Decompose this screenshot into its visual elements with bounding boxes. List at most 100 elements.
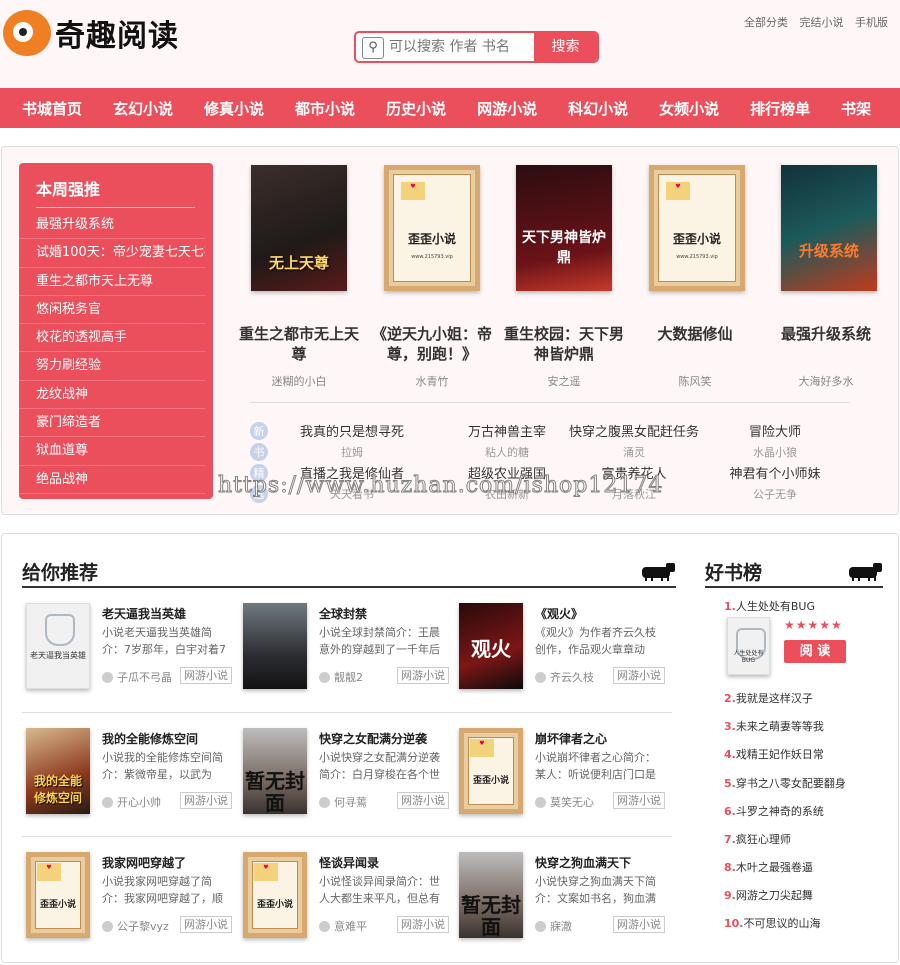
category-tag[interactable]: 网游小说 (180, 916, 232, 933)
hot-item-title: 木叶之最强卷逼 (735, 861, 813, 874)
recommend-header: 给你推荐 (22, 561, 676, 588)
cover-mascot-icon: ♥ (37, 863, 61, 881)
nav-nvpin[interactable]: 女频小说 (659, 98, 719, 119)
cover-title: 升级系统 (798, 242, 859, 260)
category-tag[interactable]: 网游小说 (397, 916, 449, 933)
weekly-list-item[interactable]: 狱血道尊 (19, 437, 205, 466)
weekly-list-item[interactable]: 努力刷经验 (19, 352, 205, 381)
nav-lishi[interactable]: 历史小说 (386, 98, 446, 119)
recommend-card[interactable]: ♥ 歪歪小说 怪谈异闻录 小说怪谈异闻录简介：世人大都生来平凡，但总有些人 意难平… (243, 852, 449, 940)
recommend-card[interactable]: 暂无封面 快穿之女配满分逆袭 小说快穿之女配满分逆袭简介：白月穿梭在各个世界完 … (243, 728, 449, 816)
nav-dushi[interactable]: 都市小说 (295, 98, 355, 119)
book-author: 公子无争 (753, 488, 797, 501)
nav-wangyou[interactable]: 网游小说 (477, 98, 537, 119)
book-cover[interactable]: ♥ 歪歪小说 (26, 852, 90, 938)
hot-item[interactable]: 10.不可思议的山海 (724, 915, 821, 931)
book-cover[interactable]: 老天逼我当英雄 (26, 603, 90, 689)
featured-book[interactable]: 重生之都市无上天尊 迷糊的小白 (234, 324, 364, 389)
book-title[interactable]: 快穿之狗血满天下 (535, 854, 631, 871)
category-tag[interactable]: 网游小说 (613, 667, 665, 684)
category-tag[interactable]: 网游小说 (180, 667, 232, 684)
recommend-card[interactable]: 我的全能修炼空间 我的全能修炼空间 小说我的全能修炼空间简介：紫微帝星，以武为荣… (26, 728, 232, 816)
book-cover[interactable]: 升级系统 (781, 165, 877, 291)
featured-book[interactable]: 《逆天九小姐：帝尊，别跑！》 水青竹 (367, 324, 497, 389)
hot-item[interactable]: 5.穿书之八零女配要翻身 (724, 775, 846, 791)
weekly-list-item[interactable]: 试婚100天：帝少宠妻七天七夜 (19, 239, 205, 268)
hot-item[interactable]: 8.木叶之最强卷逼 (724, 859, 813, 875)
weekly-list-item[interactable]: 悠闲税务官 (19, 296, 205, 325)
recommend-card[interactable]: ♥ 歪歪小说 我家网吧穿越了 小说我家网吧穿越了简介：我家网吧穿越了，顺带着捎 公… (26, 852, 232, 940)
book-cover[interactable]: ♥ 歪歪小说 (243, 852, 307, 938)
book-cover[interactable]: 我的全能修炼空间 (26, 728, 90, 814)
book-title[interactable]: 老天逼我当英雄 (102, 605, 186, 622)
link-mobile[interactable]: 手机版 (855, 16, 888, 29)
hot-item[interactable]: 9.网游之刀尖起舞 (724, 887, 813, 903)
book-title: 重生校园：天下男神皆炉鼎 (503, 325, 624, 363)
book-cover[interactable]: 天下男神皆炉鼎 (516, 165, 612, 291)
link-all-categories[interactable]: 全部分类 (744, 16, 788, 29)
weekly-list-item[interactable]: 校花的透视高手 (19, 324, 205, 353)
hot-item[interactable]: 6.斗罗之神奇的系统 (724, 803, 824, 819)
recommend-card[interactable]: 观火 《观火》 《观火》为作者齐云久枝创作，作品观火章章动人，凤 齐云久枝 网游… (459, 603, 665, 691)
book-cover[interactable]: 无上天尊 (251, 165, 347, 291)
hot-item[interactable]: 7.疯狂心理师 (724, 831, 791, 847)
nav-xuanhuan[interactable]: 玄幻小说 (113, 98, 173, 119)
weekly-list-item[interactable]: 龙纹战神 (19, 381, 205, 410)
book-desc: 小说怪谈异闻录简介：世人大都生来平凡，但总有些人 (319, 875, 440, 905)
hot-item[interactable]: 3.未来之萌妻等等我 (724, 718, 824, 734)
recommend-card[interactable]: 全球封禁 小说全球封禁简介：王晨意外的穿越到了一千年后虚拟 靓靓2 网游小说 (243, 603, 449, 691)
category-tag[interactable]: 网游小说 (397, 667, 449, 684)
featured-book[interactable]: 重生校园：天下男神皆炉鼎 安之遥 (499, 324, 629, 389)
read-button[interactable]: 阅 读 (784, 640, 846, 663)
recommend-card[interactable]: 老天逼我当英雄 老天逼我当英雄 小说老天逼我当英雄简介：7岁那年，白宇对着7根奇… (26, 603, 232, 691)
weekly-list-item[interactable]: 最强升级系统 (19, 211, 205, 240)
hot-item[interactable]: 1.人生处处有BUG (724, 598, 815, 614)
search-input[interactable] (389, 33, 534, 61)
book-cover[interactable]: 暂无封面 (459, 852, 523, 938)
recommend-card[interactable]: ♥ 歪歪小说 崩坏律者之心 小说崩坏律者之心简介：某人：听说便利店门口是穿越 莫笑… (459, 728, 665, 816)
nav-bookshelf[interactable]: 书架 (841, 98, 871, 119)
book-title[interactable]: 崩坏律者之心 (535, 730, 607, 747)
nav-kehuan[interactable]: 科幻小说 (568, 98, 628, 119)
hot-item[interactable]: 2.我就是这样汉子 (724, 690, 813, 706)
main-nav: 书城首页 玄幻小说 修真小说 都市小说 历史小说 网游小说 科幻小说 女频小说 … (0, 88, 900, 128)
category-tag[interactable]: 网游小说 (397, 792, 449, 809)
site-logo[interactable]: 奇趣阅读 (3, 10, 179, 56)
category-tag[interactable]: 网游小说 (613, 792, 665, 809)
book-title[interactable]: 我的全能修炼空间 (102, 730, 198, 747)
search-button[interactable]: 搜索 (534, 33, 597, 61)
hot-item-title: 人生处处有BUG (735, 600, 815, 613)
book-cover[interactable]: ♥ 歪歪小说 www.215793.vip (384, 165, 480, 291)
book-cover[interactable]: ♥ 歪歪小说 www.215793.vip (649, 165, 745, 291)
weekly-list-item[interactable]: 绝品战神 (19, 466, 205, 494)
nav-ranking[interactable]: 排行榜单 (750, 98, 810, 119)
new-book[interactable]: 我真的只是想寻死 拉姆 (272, 421, 432, 460)
cover-title: 暂无封面 (245, 769, 305, 815)
book-author: 公子黎vyz (102, 918, 169, 934)
recommend-card[interactable]: 暂无封面 快穿之狗血满天下 小说快穿之狗血满天下简介：文案如书名，狗血满天 寐澈… (459, 852, 665, 940)
category-tag[interactable]: 网游小说 (180, 792, 232, 809)
new-book[interactable]: 神君有个小师妹 公子无争 (695, 463, 855, 502)
book-cover[interactable]: 人生处处有BUG (727, 617, 770, 675)
nav-home[interactable]: 书城首页 (22, 98, 82, 119)
new-book[interactable]: 冒险大师 水晶小狼 (695, 421, 855, 460)
book-title[interactable]: 《观火》 (535, 605, 583, 622)
book-author: 意难平 (319, 918, 367, 934)
book-cover[interactable]: 观火 (459, 603, 523, 689)
book-cover[interactable]: ♥ 歪歪小说 (459, 728, 523, 814)
book-title[interactable]: 快穿之女配满分逆袭 (319, 730, 427, 747)
hot-item[interactable]: 4.戏精王妃作妖日常 (724, 746, 824, 762)
weekly-list-item[interactable]: 豪门缔造者 (19, 409, 205, 438)
link-completed[interactable]: 完结小说 (800, 16, 844, 29)
book-title[interactable]: 怪谈异闻录 (319, 854, 379, 871)
featured-book[interactable]: 最强升级系统 大海好多水 (761, 324, 891, 389)
book-title[interactable]: 全球封禁 (319, 605, 367, 622)
book-cover[interactable]: 暂无封面 (243, 728, 307, 814)
nav-xiuzhen[interactable]: 修真小说 (204, 98, 264, 119)
book-cover[interactable] (243, 603, 307, 689)
featured-book[interactable]: 大数据修仙 陈风笑 (630, 324, 760, 389)
new-book[interactable]: 快穿之腹黑女配赶任务 涌灵 (554, 421, 714, 460)
weekly-list-item[interactable]: 重生之都市天上无尊 (19, 268, 205, 296)
book-title[interactable]: 我家网吧穿越了 (102, 854, 186, 871)
category-tag[interactable]: 网游小说 (613, 916, 665, 933)
